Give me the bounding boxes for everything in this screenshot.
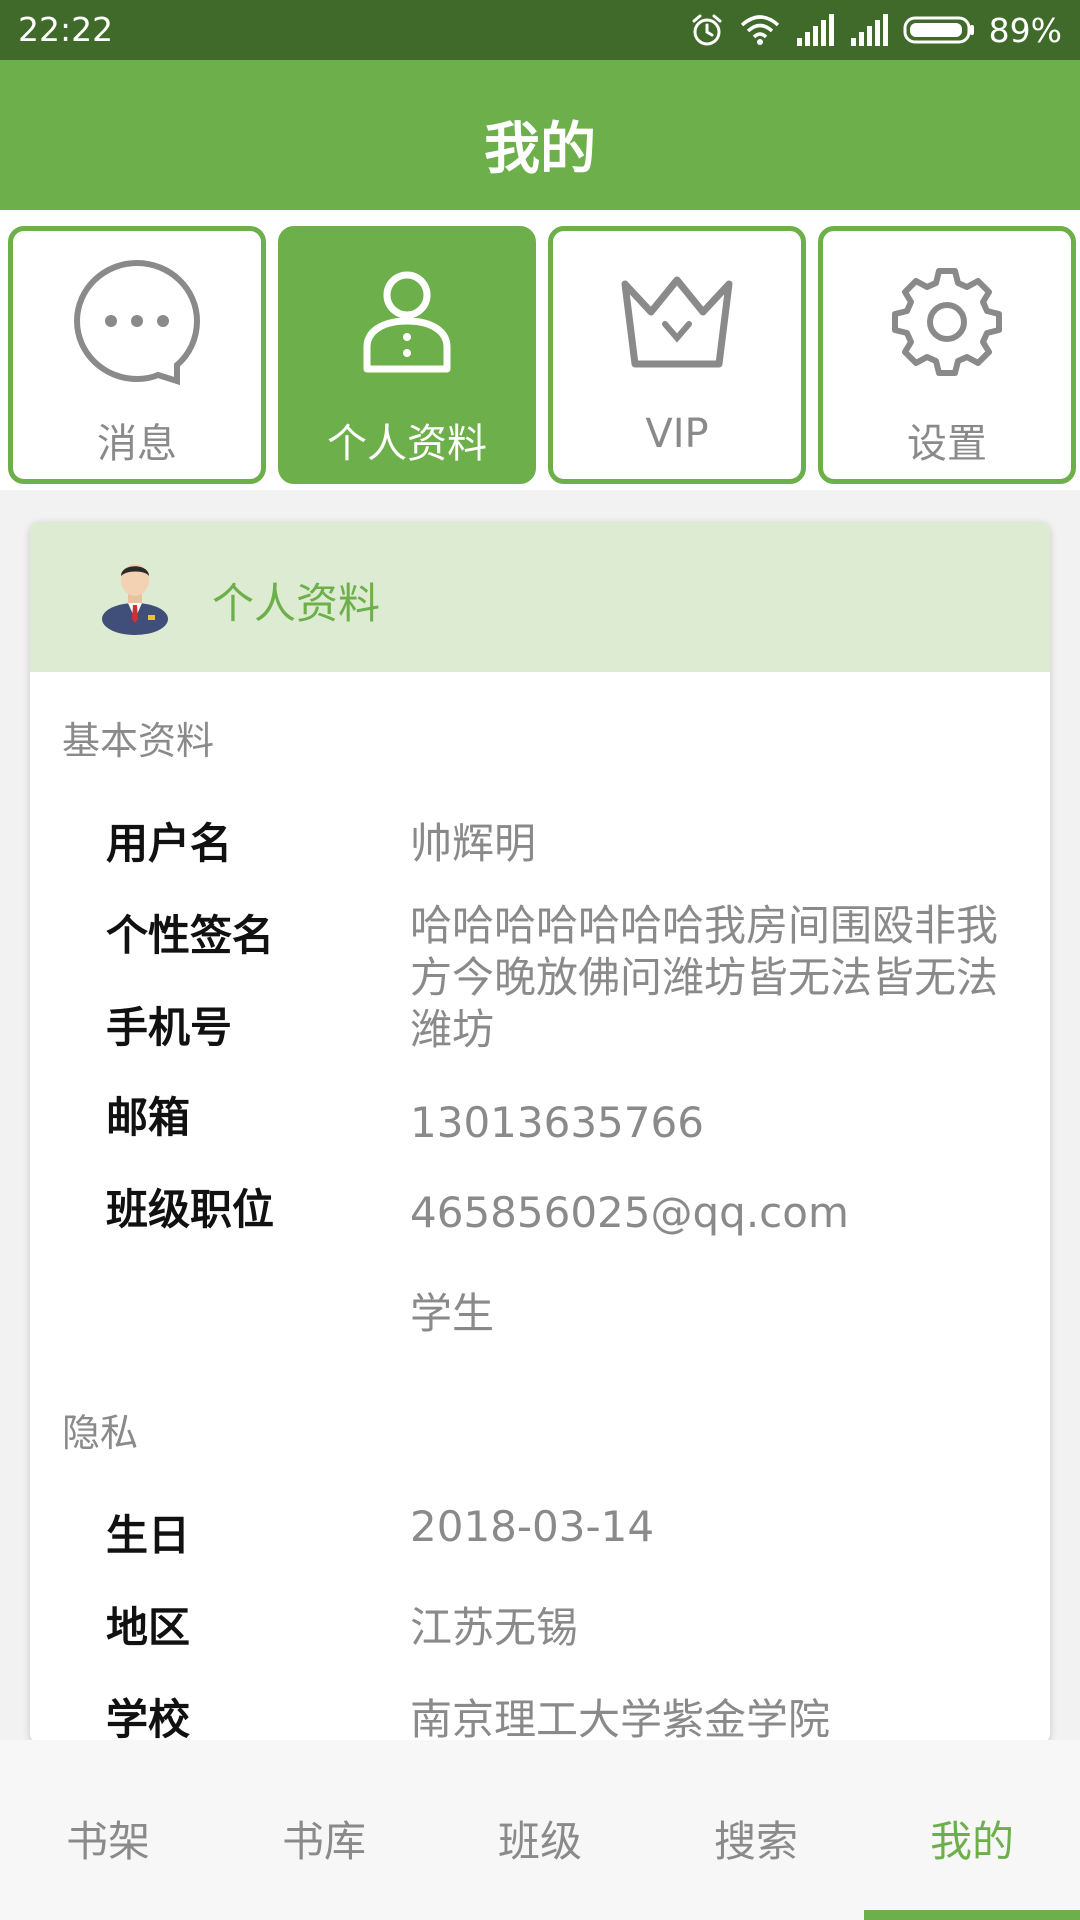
profile-card-title: 个人资料: [212, 579, 381, 628]
app-header: 我的: [0, 60, 1080, 210]
tile-profile[interactable]: 个人资料: [278, 226, 536, 484]
alarm-icon: [689, 12, 725, 48]
user-avatar-icon: [98, 557, 172, 639]
status-bar: 22:22 89%: [0, 0, 1080, 60]
profile-card: 个人资料 基本资料 用户名 个性签名 手机号 邮箱 班级职位 帅辉明 哈哈哈哈哈…: [30, 522, 1050, 1742]
value-username: 帅辉明: [410, 819, 537, 868]
tile-settings[interactable]: 设置: [818, 226, 1076, 484]
label-birthday: 生日: [106, 1511, 191, 1560]
status-time: 22:22: [18, 10, 114, 49]
person-icon: [283, 257, 531, 387]
value-email: 465856025@qq.com: [410, 1188, 849, 1237]
label-phone: 手机号: [106, 1003, 233, 1052]
value-region: 江苏无锡: [410, 1603, 579, 1652]
value-phone: 13013635766: [410, 1098, 704, 1147]
section-basic: 基本资料: [62, 719, 215, 763]
battery-icon: [903, 15, 975, 45]
tile-label: 个人资料: [327, 421, 487, 467]
tile-vip[interactable]: VIP: [548, 226, 806, 484]
label-username: 用户名: [106, 819, 233, 868]
signal-icon-2: [849, 14, 889, 46]
tile-messages[interactable]: 消息: [8, 226, 266, 484]
signal-icon: [795, 14, 835, 46]
label-region: 地区: [106, 1603, 191, 1652]
tile-label: 设置: [907, 421, 987, 467]
nav-active-indicator: [864, 1910, 1080, 1920]
feature-tiles: 消息 个人资料 VIP 设置: [0, 210, 1080, 490]
crown-icon: [553, 257, 801, 387]
nav-class[interactable]: 班级: [432, 1808, 648, 1869]
value-position: 学生: [410, 1289, 495, 1338]
nav-library[interactable]: 书库: [216, 1808, 432, 1869]
battery-level: 89%: [988, 10, 1062, 50]
profile-card-header: 个人资料: [30, 522, 1050, 672]
value-school: 南京理工大学紫金学院: [410, 1695, 831, 1742]
label-email: 邮箱: [106, 1093, 191, 1142]
bottom-nav: 书架 书库 班级 搜索 我的: [0, 1740, 1080, 1920]
value-signature: 哈哈哈哈哈哈哈我房间围殴非我方今晚放佛问潍坊皆无法皆无法潍坊: [410, 901, 999, 1054]
label-signature: 个性签名: [106, 911, 275, 960]
wifi-icon: [739, 13, 781, 47]
chat-bubble-icon: [13, 257, 261, 387]
section-privacy: 隐私: [62, 1411, 139, 1455]
gear-icon: [823, 257, 1071, 387]
nav-mine[interactable]: 我的: [864, 1808, 1080, 1869]
nav-search[interactable]: 搜索: [648, 1808, 864, 1869]
label-school: 学校: [106, 1695, 191, 1742]
nav-bookshelf[interactable]: 书架: [0, 1808, 216, 1869]
tile-label: 消息: [97, 421, 177, 467]
label-position: 班级职位: [106, 1185, 275, 1234]
tile-label: VIP: [645, 411, 709, 457]
page-title: 我的: [484, 117, 596, 182]
value-birthday: 2018-03-14: [410, 1502, 655, 1551]
